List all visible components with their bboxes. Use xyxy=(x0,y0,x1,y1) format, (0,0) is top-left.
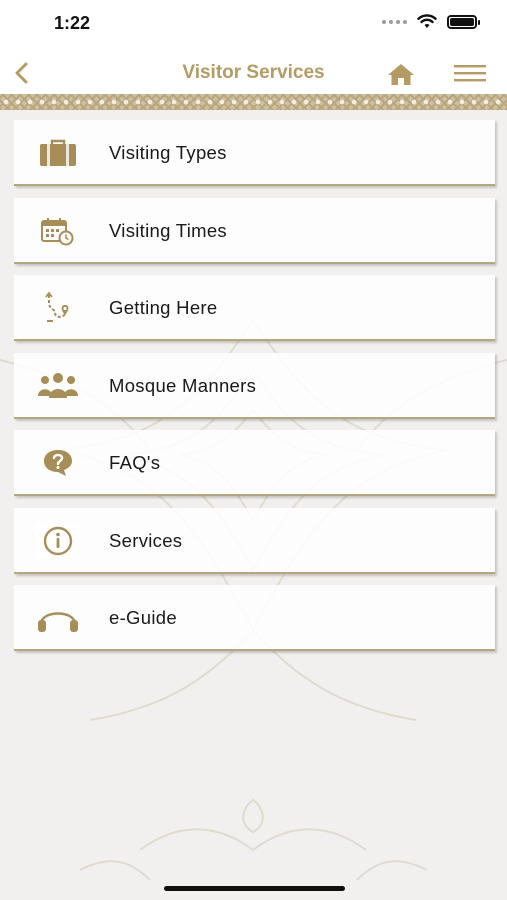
people-group-icon xyxy=(36,368,80,404)
visitor-services-menu: Visiting Types Visiting Times Getting He… xyxy=(14,120,495,663)
menu-item-label: Getting Here xyxy=(109,297,218,318)
menu-item-visiting-times[interactable]: Visiting Times xyxy=(14,197,495,264)
decorative-pattern-band xyxy=(0,94,507,110)
hamburger-menu-button[interactable] xyxy=(454,63,486,83)
signal-icon xyxy=(382,19,407,24)
menu-item-label: Services xyxy=(109,529,183,551)
menu-item-services[interactable]: Services xyxy=(14,507,495,574)
menu-item-label: Mosque Manners xyxy=(109,374,257,396)
menu-item-mosque-manners[interactable]: Mosque Manners xyxy=(14,352,495,419)
status-bar: 1:22 xyxy=(0,0,507,50)
menu-item-e-guide[interactable]: e-Guide xyxy=(14,585,495,651)
menu-item-label: Visiting Types xyxy=(109,142,227,163)
menu-item-label: Visiting Times xyxy=(109,219,227,241)
menu-item-label: e-Guide xyxy=(109,607,177,628)
route-icon xyxy=(36,290,80,326)
page-title: Visitor Services xyxy=(182,62,325,83)
info-icon xyxy=(36,523,80,559)
question-bubble-icon xyxy=(36,445,80,481)
home-indicator[interactable] xyxy=(164,886,345,891)
status-icons xyxy=(382,14,480,29)
battery-icon xyxy=(447,14,480,29)
menu-item-label: FAQ's xyxy=(109,452,161,473)
hamburger-icon xyxy=(454,65,486,82)
calendar-clock-icon xyxy=(36,213,80,249)
menu-item-visiting-types[interactable]: Visiting Types xyxy=(14,120,495,186)
status-time: 1:22 xyxy=(54,13,91,33)
home-icon xyxy=(388,64,414,85)
headphones-icon xyxy=(36,600,80,636)
briefcase-icon xyxy=(36,135,80,171)
nav-bar: Visitor Services xyxy=(0,50,507,94)
wifi-icon xyxy=(417,14,437,28)
home-button[interactable] xyxy=(386,61,416,87)
menu-item-faqs[interactable]: FAQ's xyxy=(14,430,495,496)
menu-item-getting-here[interactable]: Getting Here xyxy=(14,275,495,341)
